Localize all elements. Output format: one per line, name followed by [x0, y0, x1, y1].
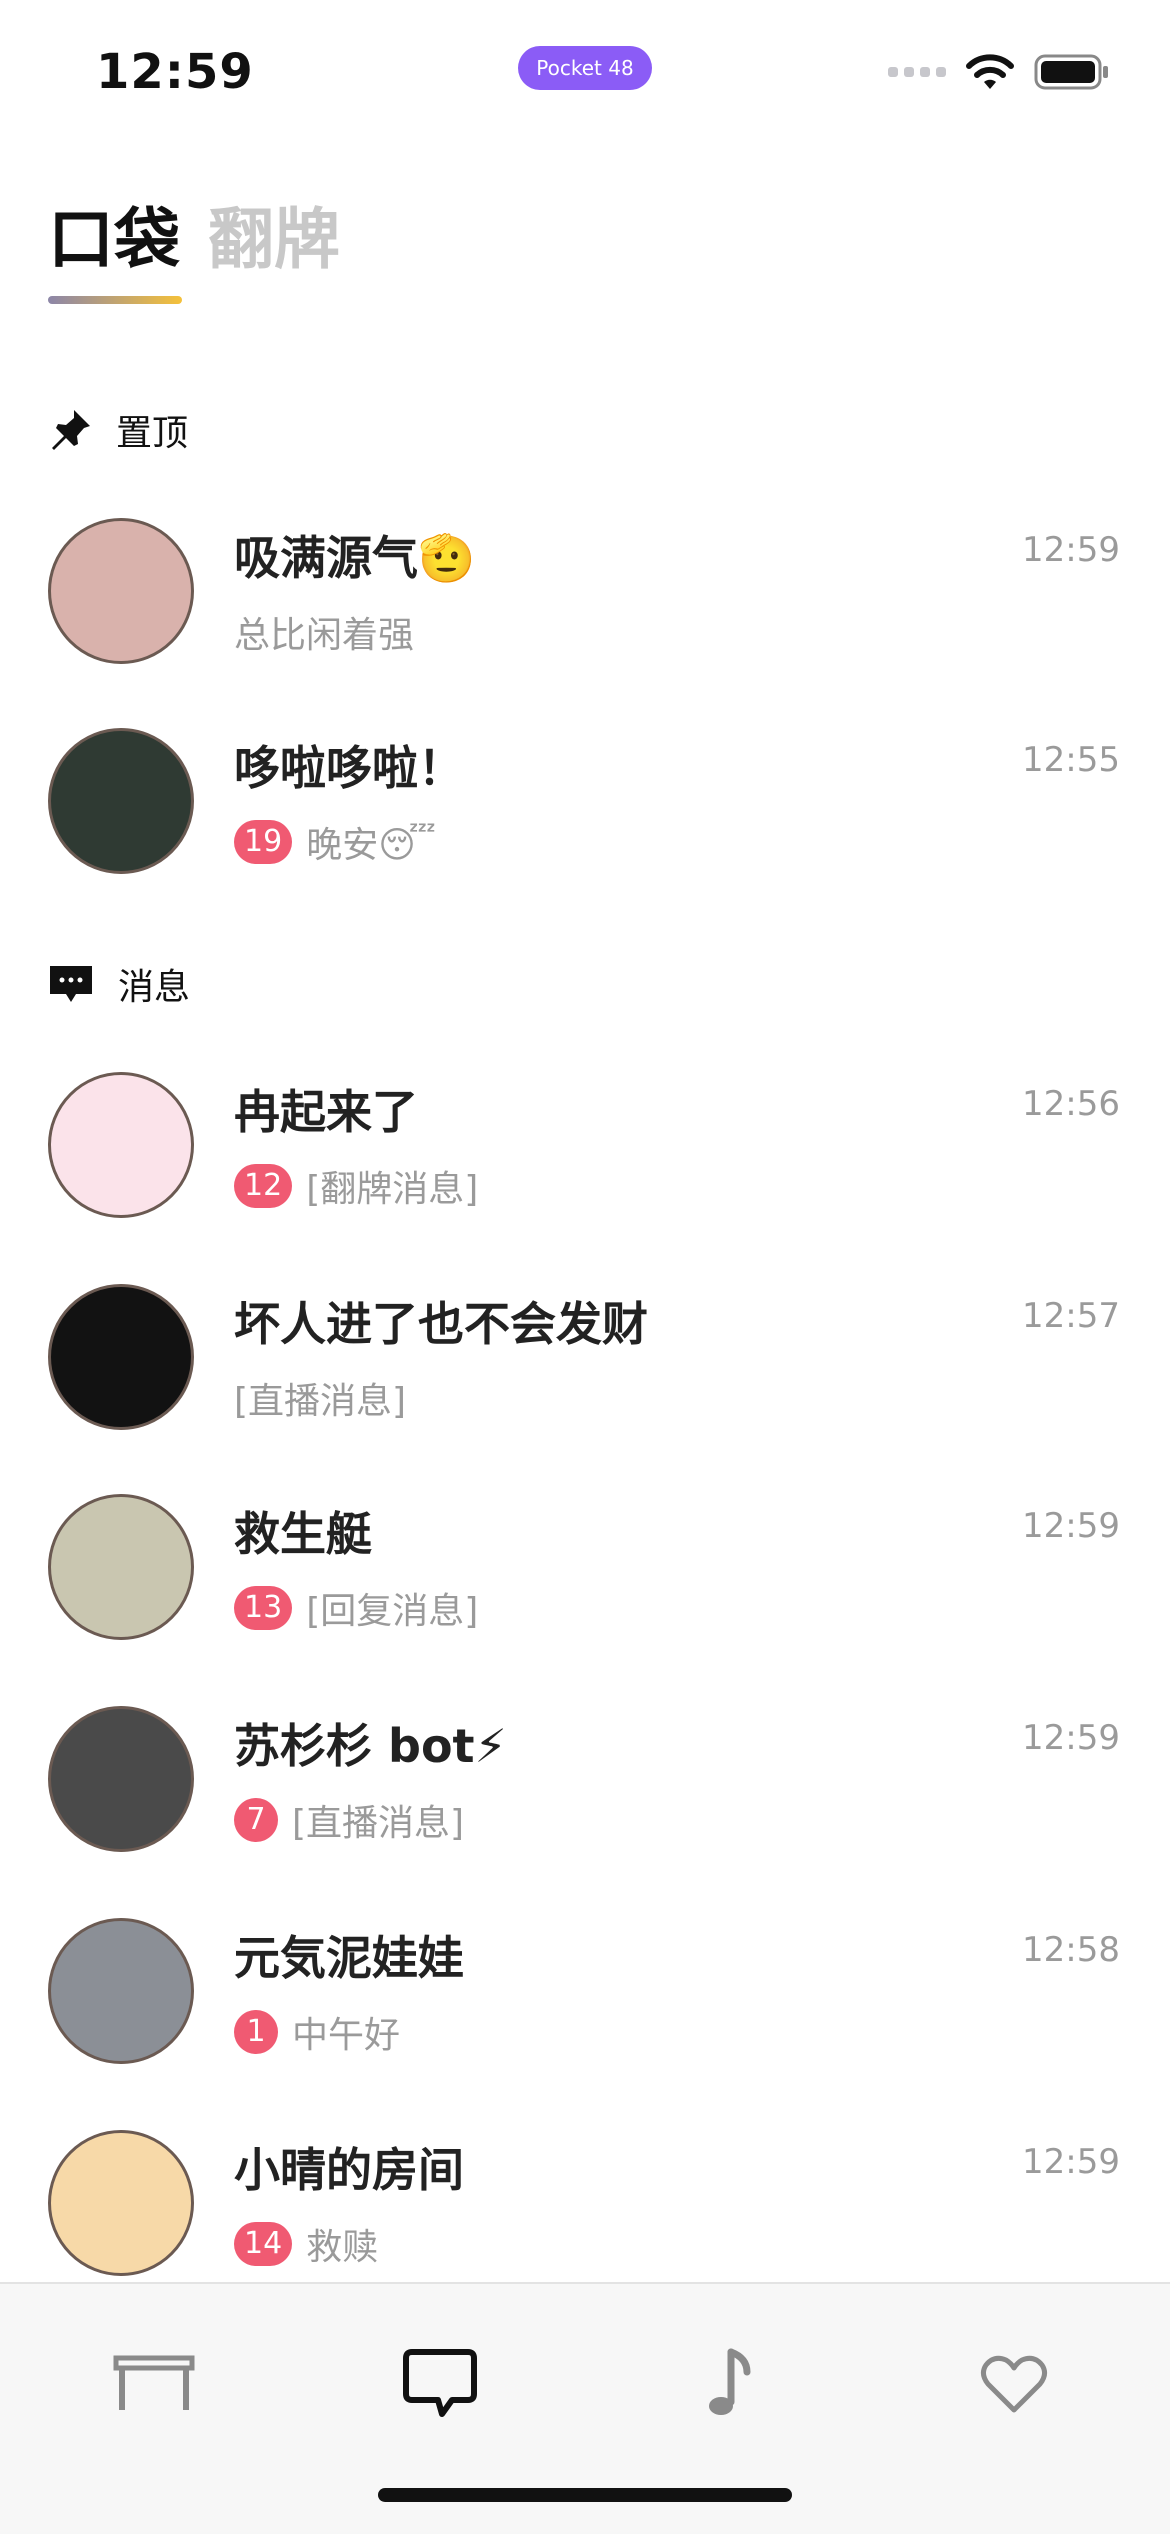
conversation-time: 12:55: [1022, 740, 1120, 780]
conversation-subline: [直播消息]: [234, 1370, 406, 1426]
conversation-subline: 13 [回复消息]: [234, 1580, 478, 1636]
status-time: 12:59: [96, 44, 254, 100]
conversation-preview: [直播消息]: [292, 1803, 465, 1844]
conversation-time: 12:59: [1022, 1506, 1120, 1546]
conversation-row[interactable]: 坏人进了也不会发财 12:57 [直播消息]: [0, 1284, 1170, 1494]
status-icons: [888, 50, 1110, 94]
conversation-preview: 中午好: [292, 2015, 401, 2056]
conversation-subline: 1 中午好: [234, 2004, 400, 2060]
unread-badge: 12: [234, 1164, 293, 1208]
tab-music[interactable]: [668, 2324, 788, 2444]
conversation-preview: 总比闲着强: [234, 615, 415, 656]
section-pinned-label: 置顶: [116, 413, 189, 454]
chat-icon: [403, 2349, 477, 2417]
tab-flip[interactable]: 翻牌: [208, 186, 340, 282]
conversation-preview: 晚安😴: [306, 825, 436, 866]
unread-badge: 13: [234, 1586, 293, 1630]
home-indicator[interactable]: [378, 2488, 792, 2502]
unread-badge: 1: [234, 2010, 278, 2054]
conversation-title: 苏杉杉 bot⚡: [234, 1719, 507, 1773]
tab-favorites[interactable]: [954, 2324, 1074, 2444]
signal-icon: [888, 67, 946, 77]
conversation-title: 哆啦哆啦！: [234, 741, 464, 795]
avatar[interactable]: [48, 728, 194, 874]
conversation-title: 吸满源气🫡: [234, 531, 476, 585]
conversation-title: 小晴的房间: [234, 2143, 464, 2197]
unread-badge: 7: [234, 1798, 278, 1842]
conversation-preview: 救赎: [306, 2227, 379, 2268]
heart-icon: [980, 2355, 1048, 2413]
unread-badge: 19: [234, 820, 293, 864]
tab-chat[interactable]: [380, 2324, 500, 2444]
app-pill[interactable]: Pocket 48: [518, 46, 652, 90]
avatar[interactable]: [48, 1284, 194, 1430]
tab-underline: [48, 296, 182, 304]
table-icon: [113, 2355, 195, 2410]
conversation-subline: 14 救赎: [234, 2216, 378, 2272]
conversation-time: 12:59: [1022, 1718, 1120, 1758]
conversation-row[interactable]: 冉起来了 12:56 12 [翻牌消息]: [0, 1072, 1170, 1282]
avatar[interactable]: [48, 1918, 194, 2064]
section-pinned-header: 置顶: [48, 400, 188, 460]
conversation-subline: 7 [直播消息]: [234, 1792, 464, 1848]
avatar[interactable]: [48, 518, 194, 664]
tab-pocket[interactable]: 口袋: [48, 186, 180, 282]
conversation-row[interactable]: 救生艇 12:59 13 [回复消息]: [0, 1494, 1170, 1704]
section-messages-header: 消息: [48, 954, 190, 1014]
conversation-title: 救生艇: [234, 1507, 372, 1561]
conversation-time: 12:57: [1022, 1296, 1120, 1336]
avatar[interactable]: [48, 1706, 194, 1852]
section-messages-label: 消息: [118, 967, 191, 1008]
conversation-title: 元気泥娃娃: [234, 1931, 464, 1985]
avatar[interactable]: [48, 2130, 194, 2276]
conversation-preview: [翻牌消息]: [306, 1169, 479, 1210]
battery-icon: [1034, 54, 1108, 90]
conversation-preview: [直播消息]: [234, 1381, 407, 1422]
conversation-row[interactable]: 苏杉杉 bot⚡ 12:59 7 [直播消息]: [0, 1706, 1170, 1916]
conversation-time: 12:59: [1022, 530, 1120, 570]
conversation-time: 12:58: [1022, 1930, 1120, 1970]
conversation-subline: 总比闲着强: [234, 604, 414, 660]
tab-home[interactable]: [94, 2324, 214, 2444]
conversation-row[interactable]: 吸满源气🫡 12:59 总比闲着强: [0, 518, 1170, 728]
conversation-title: 坏人进了也不会发财: [234, 1297, 648, 1351]
wifi-icon: [966, 54, 1014, 89]
chat-bubble-icon: [50, 966, 92, 1002]
music-note-icon: [709, 2348, 751, 2415]
unread-badge: 14: [234, 2222, 293, 2266]
conversation-time: 12:59: [1022, 2142, 1120, 2182]
conversation-time: 12:56: [1022, 1084, 1120, 1124]
conversation-subline: 12 [翻牌消息]: [234, 1158, 478, 1214]
avatar[interactable]: [48, 1072, 194, 1218]
avatar[interactable]: [48, 1494, 194, 1640]
conversation-title: 冉起来了: [234, 1085, 418, 1139]
conversation-preview: [回复消息]: [306, 1591, 479, 1632]
conversation-row[interactable]: 元気泥娃娃 12:58 1 中午好: [0, 1918, 1170, 2128]
conversation-subline: 19 晚安😴: [234, 814, 436, 870]
conversation-row[interactable]: 哆啦哆啦！ 12:55 19 晚安😴: [0, 728, 1170, 938]
pin-icon: [52, 410, 90, 450]
status-bar: 12:59 Pocket 48: [0, 0, 1170, 140]
